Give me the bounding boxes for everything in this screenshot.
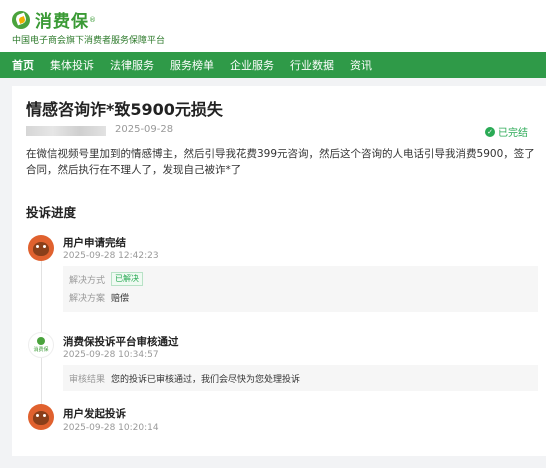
status-badge: ✓ 已完结: [485, 124, 528, 139]
detail-value: 您的投诉已审核通过，我们会尽快为您处理投诉: [111, 374, 301, 385]
brand-tagline: 中国电子商会旗下消费者服务保障平台: [12, 36, 166, 46]
owl-avatar-icon: [28, 404, 54, 430]
detail-row: 解决方案 赔偿: [63, 288, 538, 306]
leaf-logo-icon: [12, 10, 30, 29]
nav-item-industry-data[interactable]: 行业数据: [290, 57, 334, 73]
status-text: 已完结: [498, 128, 528, 139]
owl-avatar-icon: [28, 235, 54, 261]
step-title: 用户申请完结: [63, 237, 126, 249]
nav-item-legal[interactable]: 法律服务: [110, 57, 154, 73]
step-time: 2025-09-28 10:34:57: [63, 350, 159, 360]
blurred-username: [26, 126, 106, 136]
complaint-description: 在微信视频号里加到的情感博主，然后引导我花费399元咨询，然后这个咨询的人电话引…: [26, 148, 535, 176]
complaint-card: 情感咨询诈*致5900元损失 2025-09-28 ✓ 已完结 在微信视频号里加…: [12, 86, 546, 456]
step-title: 消费保投诉平台审核通过: [63, 336, 179, 348]
detail-value: 赔偿: [111, 293, 130, 304]
timeline-line: [41, 246, 42, 416]
brand-avatar-icon: 消费保: [28, 332, 54, 358]
main-nav: 首页 集体投诉 法律服务 服务榜单 企业服务 行业数据 资讯: [0, 52, 546, 78]
detail-label: 审核结果: [69, 374, 106, 385]
nav-item-home[interactable]: 首页: [12, 57, 34, 73]
detail-label: 解决方式: [69, 275, 106, 286]
detail-row: 解决方式 已解决: [63, 270, 538, 288]
complaint-title: 情感咨询诈*致5900元损失: [26, 100, 223, 119]
detail-row: 审核结果 您的投诉已审核通过，我们会尽快为您处理投诉: [63, 369, 538, 387]
check-circle-icon: ✓: [485, 126, 495, 137]
nav-item-enterprise[interactable]: 企业服务: [230, 57, 274, 73]
nav-item-group-complaint[interactable]: 集体投诉: [50, 57, 94, 73]
step-title: 用户发起投诉: [63, 408, 126, 420]
site-logo[interactable]: 消费保 ®: [12, 7, 96, 32]
step-detail: 解决方式 已解决 解决方案 赔偿: [63, 266, 538, 312]
brand-name: 消费保: [35, 12, 89, 32]
site-header: 消费保 ® 中国电子商会旗下消费者服务保障平台: [0, 0, 546, 52]
nav-item-ranking[interactable]: 服务榜单: [170, 57, 214, 73]
nav-item-news[interactable]: 资讯: [350, 57, 372, 73]
step-detail: 审核结果 您的投诉已审核通过，我们会尽快为您处理投诉: [63, 365, 538, 391]
complaint-date: 2025-09-28: [115, 124, 174, 135]
leaf-logo-icon: [37, 337, 45, 345]
registered-mark: ®: [89, 15, 96, 24]
resolved-tag: 已解决: [111, 272, 143, 286]
progress-heading: 投诉进度: [26, 205, 77, 220]
detail-label: 解决方案: [69, 293, 106, 304]
brand-node-label: 消费保: [33, 347, 49, 353]
step-time: 2025-09-28 10:20:14: [63, 423, 159, 433]
step-time: 2025-09-28 12:42:23: [63, 251, 159, 261]
